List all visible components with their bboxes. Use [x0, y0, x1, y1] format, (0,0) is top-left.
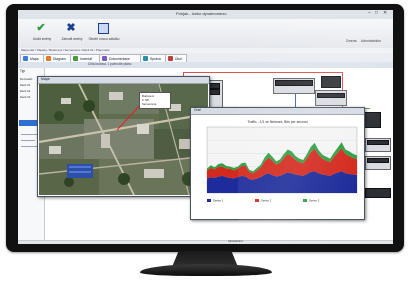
minimize-icon[interactable]: – — [368, 11, 371, 16]
tab-ukol[interactable]: Úkol — [165, 54, 187, 62]
screen: Pohjak - Iceko dynamomezo – □ ✕ ✔ Uložit… — [18, 10, 393, 244]
legend-label: Series 1 — [213, 199, 224, 203]
open-new-tab-label: Otevřít novou záložku — [88, 37, 120, 41]
legend-swatch — [207, 199, 211, 202]
map-popup[interactable]: Budova A 2. NP Serverovna — [139, 92, 171, 109]
legend-swatch — [303, 199, 307, 202]
tab-diagram[interactable]: Diagram — [43, 54, 71, 62]
menu-administrator[interactable]: Administrátor — [361, 39, 381, 43]
tab-inventar[interactable]: Inventář — [70, 54, 100, 62]
monitor-stand-base — [140, 264, 272, 276]
settings-icon — [143, 56, 148, 61]
chart-window-title: Graf — [194, 108, 201, 112]
map-window-titlebar[interactable]: Mapa — [38, 77, 209, 84]
rack-device-ports — [367, 158, 389, 163]
aerial-map[interactable]: Budova A 2. NP Serverovna — [39, 84, 208, 195]
window-icon — [98, 23, 109, 34]
rack-device[interactable] — [365, 188, 391, 198]
chart-title: Traffic - 1/1 ve Network, Bits per secon… — [247, 120, 307, 124]
sub-header-text: Celá budova, 1 patro dle plánu — [88, 62, 132, 66]
tab-inventar-label: Inventář — [80, 57, 93, 61]
map-icon — [23, 56, 28, 61]
tab-dokumentace[interactable]: Dokumentace — [99, 54, 141, 62]
tab-sprava-label: Správa — [150, 57, 161, 61]
chart-window-titlebar[interactable]: Graf — [191, 108, 364, 115]
diagram-icon — [46, 56, 51, 61]
ribbon-toolbar: ✔ Uložit změny ✖ Zahodit změny Otevřít n… — [18, 19, 393, 49]
tab-mapa-label: Mapa — [30, 57, 39, 61]
breadcrumb[interactable]: Mapa sítě / Objekty / Budova A / Servero… — [21, 49, 110, 52]
tab-ukol-label: Úkol — [175, 57, 182, 61]
left-panel-item[interactable]: Rozvaděč — [20, 78, 32, 81]
legend-label: Series 3 — [309, 199, 320, 203]
status-text: Administrátor — [228, 240, 244, 243]
tab-dokumentace-label: Dokumentace — [109, 57, 130, 61]
tab-mapa[interactable]: Mapa — [20, 54, 44, 62]
connection-line — [183, 72, 343, 73]
map-window-title: Mapa — [41, 77, 50, 81]
switch-ports — [275, 80, 313, 86]
rack-device-ports — [367, 140, 389, 145]
left-panel-item[interactable]: Rack 03 — [20, 96, 30, 99]
legend-label: Series 2 — [261, 199, 272, 203]
left-panel-item[interactable]: Rack 02 — [20, 90, 30, 93]
legend-swatch — [255, 199, 259, 202]
map-popup-line: Serverovna — [142, 102, 157, 106]
map-window[interactable]: Mapa Budova A 2. NP Serverovna — [37, 76, 210, 197]
maximize-icon[interactable]: □ — [375, 11, 378, 16]
document-icon — [102, 56, 107, 61]
tab-sprava[interactable]: Správa — [140, 54, 166, 62]
left-panel-item[interactable]: Rack 01 — [20, 84, 30, 87]
inventory-icon — [73, 56, 78, 61]
open-new-tab-button[interactable]: Otevřít novou záložku — [80, 21, 128, 46]
switch-ports — [317, 93, 345, 98]
close-window-icon[interactable]: ✕ — [383, 11, 387, 16]
task-icon — [168, 56, 173, 61]
divider — [21, 140, 35, 141]
traffic-chart: Traffic - 1/1 ve Network, Bits per secon… — [193, 116, 362, 217]
tab-diagram-label: Diagram — [53, 57, 66, 61]
window-title: Pohjak - Iceko dynamomezo — [176, 11, 227, 16]
close-icon: ✖ — [66, 22, 76, 34]
check-icon: ✔ — [36, 22, 46, 34]
left-panel-header: Typ — [20, 69, 26, 73]
aerial-map-image — [39, 84, 208, 195]
router-device[interactable] — [321, 76, 341, 88]
menu-zmena[interactable]: Zmena — [346, 39, 357, 43]
status-bar: Administrátor — [18, 240, 393, 244]
chart-window[interactable]: Graf Traffic - 1/1 ve Network, Bits per … — [190, 107, 365, 220]
